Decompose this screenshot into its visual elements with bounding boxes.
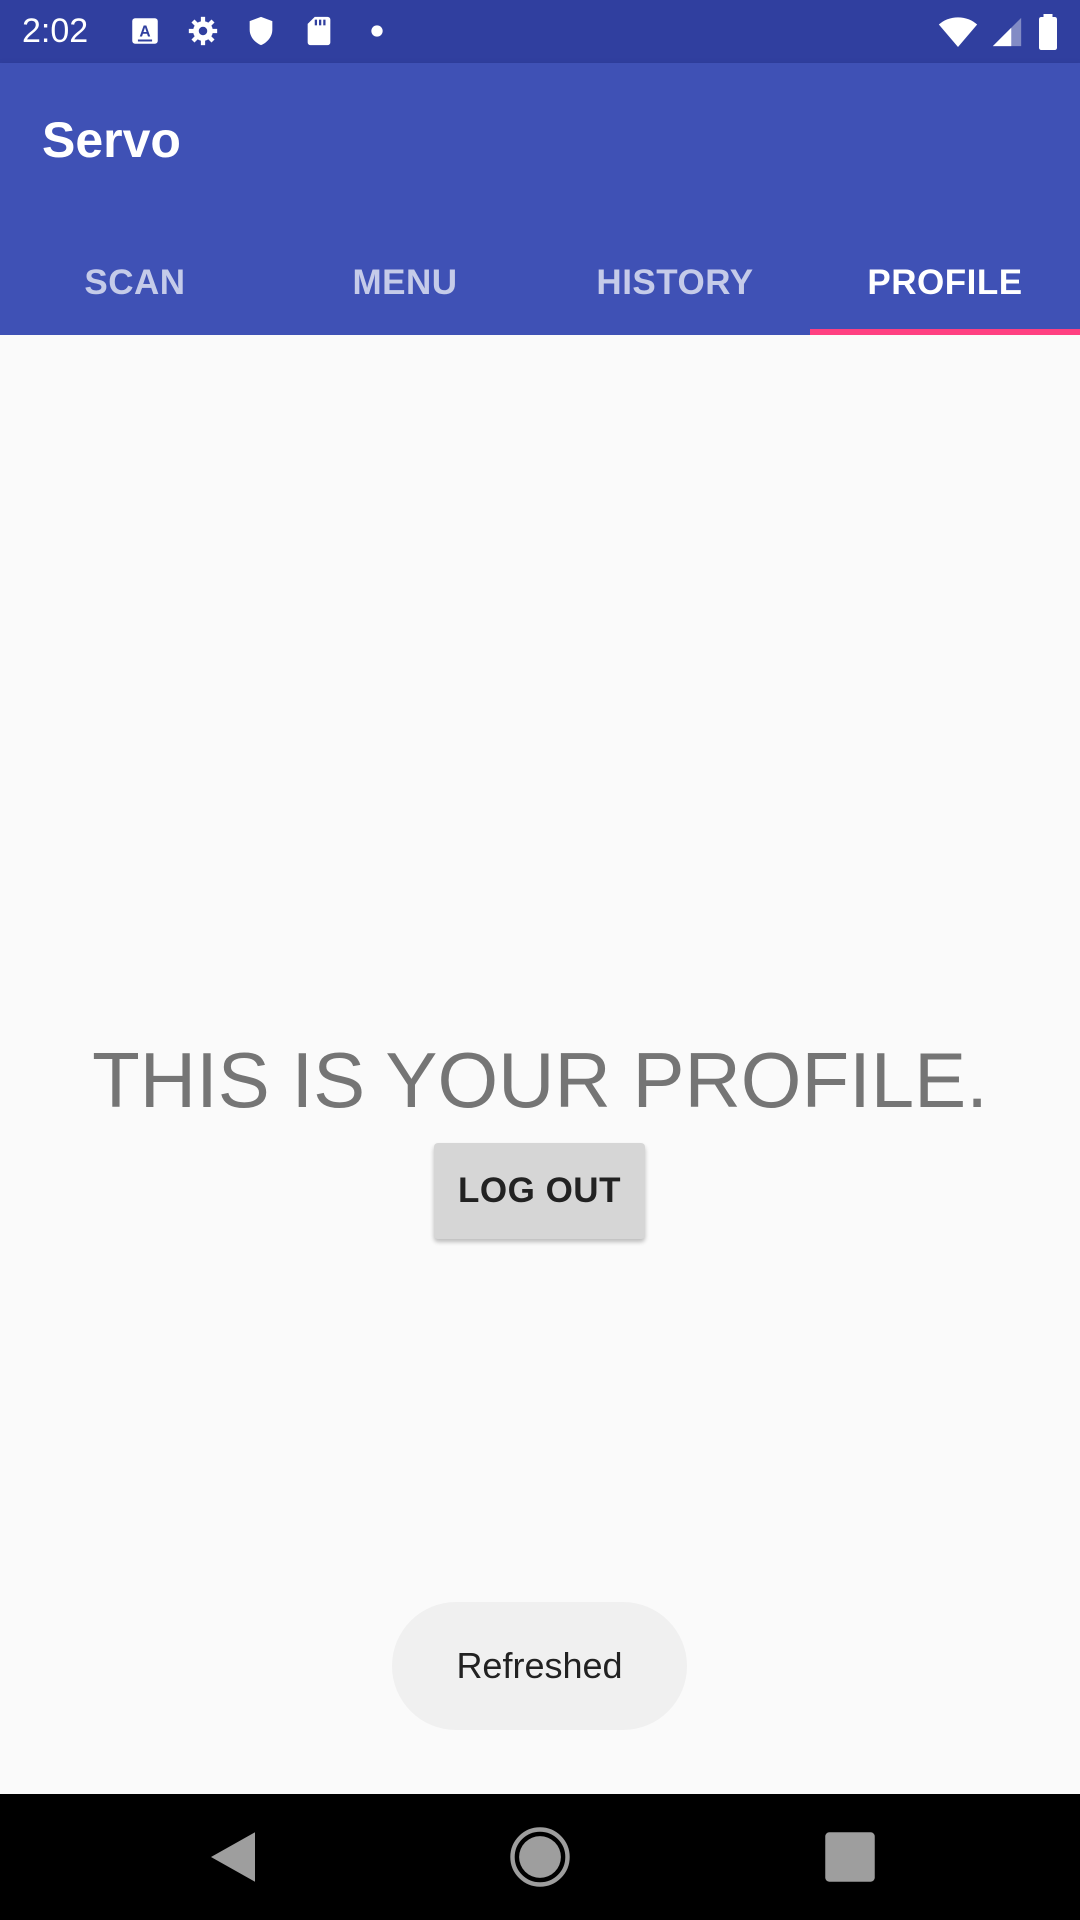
- tab-menu[interactable]: MENU: [270, 230, 540, 335]
- profile-content: THIS IS YOUR PROFILE. LOG OUT Refreshed: [0, 335, 1080, 1794]
- profile-headline: THIS IS YOUR PROFILE.: [92, 1036, 988, 1124]
- shield-icon: [249, 16, 273, 46]
- sd-card-icon: [307, 16, 331, 46]
- battery-icon: [1039, 14, 1057, 50]
- status-time: 2:02: [22, 12, 89, 50]
- toast-message: Refreshed: [392, 1602, 687, 1730]
- navigation-bar: [0, 1794, 1080, 1920]
- tab-profile[interactable]: PROFILE: [810, 230, 1080, 335]
- app-title: Servo: [42, 112, 181, 168]
- tab-bar: SCAN MENU HISTORY PROFILE: [0, 230, 1080, 335]
- recents-icon[interactable]: [817, 1824, 883, 1890]
- home-icon[interactable]: [507, 1824, 573, 1890]
- logout-button[interactable]: LOG OUT: [434, 1143, 645, 1239]
- status-bar: 2:02 A: [0, 0, 1080, 63]
- tab-history[interactable]: HISTORY: [540, 230, 810, 335]
- cell-signal-icon: [992, 17, 1022, 47]
- wifi-icon: [938, 17, 978, 47]
- svg-text:A: A: [139, 24, 150, 41]
- app-bar: Servo SCAN MENU HISTORY PROFILE: [0, 63, 1080, 335]
- keyboard-a-icon: A: [132, 18, 158, 44]
- status-icons-left: A: [128, 14, 394, 48]
- tab-scan[interactable]: SCAN: [0, 230, 270, 335]
- dot-icon: [371, 25, 383, 37]
- status-icons-right: [938, 14, 1060, 50]
- tab-profile-label: PROFILE: [867, 262, 1023, 302]
- back-icon[interactable]: [200, 1824, 266, 1890]
- settings-icon: [188, 16, 218, 46]
